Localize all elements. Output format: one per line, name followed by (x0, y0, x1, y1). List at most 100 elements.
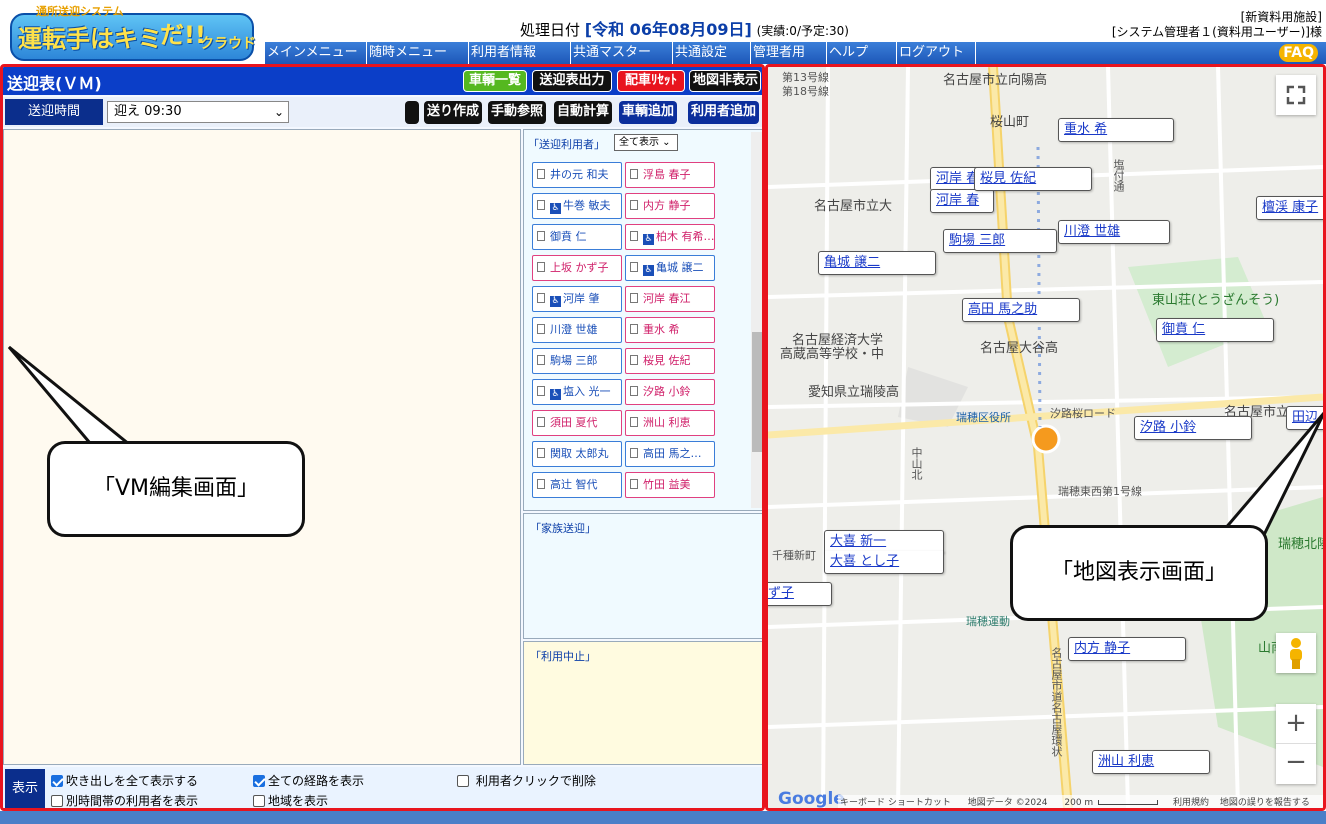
logo-cloud-text: クラウド (200, 36, 256, 52)
vm-edit-callout: 「VM編集画面」 (47, 441, 305, 537)
checkbox-icon[interactable] (253, 795, 265, 807)
auto-calc-button[interactable]: 自動計算 (554, 101, 613, 124)
rider-card[interactable]: ♿ 牛巻 敏夫 (532, 193, 622, 219)
map-marker[interactable]: 大喜 新一 (824, 530, 944, 553)
map-panel[interactable]: 第13号線 名古屋市立向陽高 第18号線 桜山町 塩付通 名古屋市立大 東山荘(… (765, 64, 1326, 811)
checkbox-checked-icon[interactable] (253, 775, 265, 787)
add-user-button[interactable]: 利用者追加 (688, 101, 760, 124)
street-view-button[interactable] (1276, 633, 1316, 673)
option-click-to-delete[interactable]: 利用者クリックで削除 (457, 772, 596, 789)
option-show-all-balloons[interactable]: 吹き出しを全て表示する (51, 772, 198, 789)
map-marker[interactable]: 駒場 三郎 (943, 229, 1057, 253)
zoom-out-button[interactable]: − (1276, 744, 1316, 784)
menu-anytime[interactable]: 随時メニュー (366, 42, 468, 64)
rider-scrollbar[interactable] (751, 132, 762, 508)
scroll-thumb[interactable] (752, 332, 762, 452)
menu-main[interactable]: メインメニュー (264, 42, 366, 64)
rider-name: 浮島 春子 (643, 168, 691, 181)
google-logo: Google (778, 789, 845, 809)
rider-name: 内方 静子 (643, 199, 691, 212)
map-marker[interactable]: 檀渓 康子 (1256, 196, 1323, 220)
app-logo[interactable]: 通所送迎システム 運転手はキミ だ!! クラウド (4, 3, 260, 61)
rider-card[interactable]: 浮島 春子 (625, 162, 715, 188)
map-marker[interactable]: ず子 (768, 582, 832, 606)
menu-help[interactable]: ヘルプ (826, 42, 896, 64)
option-show-region[interactable]: 地域を表示 (253, 792, 328, 808)
map-place: 名古屋市道名古屋環状 (1050, 647, 1063, 757)
dispatch-reset-button[interactable]: 配車ﾘｾｯﾄ (617, 70, 685, 92)
map-marker[interactable]: 御賁 仁 (1156, 318, 1274, 342)
checkbox-icon[interactable] (51, 795, 63, 807)
rider-card[interactable]: 河岸 春江 (625, 286, 715, 312)
checkbox-checked-icon[interactable] (51, 775, 63, 787)
fullscreen-button[interactable] (1276, 75, 1316, 115)
time-select[interactable]: 迎え 09:30 ⌄ (107, 101, 289, 123)
menu-admin[interactable]: 管理者用 (750, 42, 826, 64)
option-show-all-routes[interactable]: 全ての経路を表示 (253, 772, 364, 789)
rider-card[interactable]: ♿ 柏木 有希… (625, 224, 715, 250)
rider-card[interactable]: 御賁 仁 (532, 224, 622, 250)
logo-da-text: だ!! (160, 21, 206, 49)
map-marker[interactable]: 内方 静子 (1068, 637, 1186, 661)
option-other-time-users[interactable]: 別時間帯の利用者を表示 (51, 792, 198, 808)
report-error-link[interactable]: 地図の誤りを報告する (1220, 798, 1310, 808)
rider-card[interactable]: 上坂 かず子 (532, 255, 622, 281)
create-return-button[interactable]: 送り作成 (424, 101, 483, 124)
rider-card[interactable]: ♿ 塩入 光一 (532, 379, 622, 405)
keyboard-shortcuts-link[interactable]: キーボード ショートカット (840, 798, 951, 808)
map-marker[interactable]: 桜見 佐紀 (974, 167, 1092, 191)
add-vehicle-button[interactable]: 車輌追加 (619, 101, 678, 124)
map-marker[interactable]: 洲山 利恵 (1092, 750, 1210, 774)
rider-card[interactable]: 高辻 智代 (532, 472, 622, 498)
map-place: 千種新町 (772, 549, 816, 562)
vehicle-list-button[interactable]: 車輌一覧 (463, 70, 527, 92)
document-icon (630, 262, 638, 272)
rider-card[interactable]: 川澄 世雄 (532, 317, 622, 343)
blank-button[interactable] (405, 101, 419, 124)
map-marker[interactable]: 大喜 とし子 (824, 551, 944, 574)
menu-logout[interactable]: ログアウト (896, 42, 976, 64)
menu-common-master[interactable]: 共通マスター (570, 42, 672, 64)
menu-user-info[interactable]: 利用者情報 (468, 42, 570, 64)
document-icon (630, 200, 638, 210)
rider-card[interactable]: ♿ 亀城 譲二 (625, 255, 715, 281)
rider-card[interactable]: ♿ 河岸 肇 (532, 286, 622, 312)
rider-card[interactable]: 駒場 三郎 (532, 348, 622, 374)
time-label: 送迎時間 (5, 99, 103, 125)
rider-card[interactable]: 内方 静子 (625, 193, 715, 219)
time-select-value: 迎え 09:30 (114, 104, 182, 119)
rider-card[interactable]: 洲山 利恵 (625, 410, 715, 436)
map-place: 高蔵高等学校・中 (780, 347, 885, 362)
rider-card[interactable]: 高田 馬之… (625, 441, 715, 467)
map-footer: キーボード ショートカット 地図データ ©2024 200 m 利用規約 地図の… (838, 795, 1323, 808)
map-marker[interactable]: 川澄 世雄 (1058, 220, 1170, 244)
hide-map-button[interactable]: 地図非表示 (689, 70, 761, 92)
map-marker[interactable]: 高田 馬之助 (962, 298, 1080, 322)
rider-card[interactable]: 重水 希 (625, 317, 715, 343)
zoom-in-button[interactable]: + (1276, 704, 1316, 744)
map-marker[interactable]: 亀城 譲二 (818, 251, 936, 275)
rider-card[interactable]: 竹田 益美 (625, 472, 715, 498)
manual-reference-button[interactable]: 手動参照 (488, 101, 547, 124)
show-all-select[interactable]: 全て表示 ⌄ (614, 134, 678, 151)
terms-link[interactable]: 利用規約 (1173, 798, 1209, 808)
faq-button[interactable]: FAQ (1279, 44, 1318, 62)
document-icon (537, 231, 545, 241)
rider-card[interactable]: 汐路 小鈴 (625, 379, 715, 405)
rider-card[interactable]: 関取 太郎丸 (532, 441, 622, 467)
rider-card[interactable]: 須田 夏代 (532, 410, 622, 436)
menu-common-settings[interactable]: 共通設定 (672, 42, 750, 64)
document-icon (630, 169, 638, 179)
document-icon (537, 417, 545, 427)
document-icon (537, 169, 545, 179)
map-display-callout: 「地図表示画面」 (1010, 525, 1268, 621)
output-schedule-button[interactable]: 送迎表出力 (532, 70, 612, 92)
logo-subtitle: 通所送迎システム (36, 5, 124, 18)
document-icon (537, 324, 545, 334)
checkbox-icon[interactable] (457, 775, 469, 787)
rider-card[interactable]: 桜見 佐紀 (625, 348, 715, 374)
document-icon (537, 355, 545, 365)
rider-card[interactable]: 井の元 和夫 (532, 162, 622, 188)
map-marker[interactable]: 河岸 春 (930, 189, 994, 213)
map-marker[interactable]: 重水 希 (1058, 118, 1174, 142)
